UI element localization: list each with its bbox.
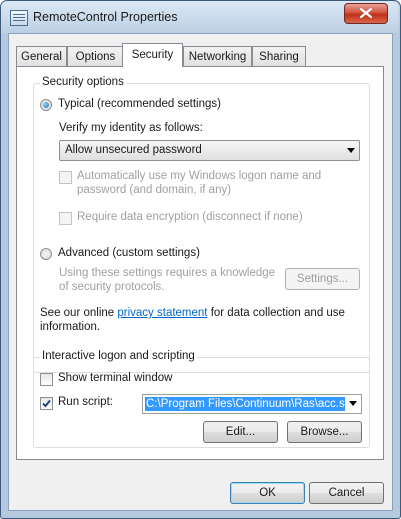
- security-options-label: Security options: [40, 76, 126, 88]
- chevron-down-icon: [347, 148, 355, 153]
- run-script-label[interactable]: Run script:: [58, 396, 113, 408]
- tab-general-label: General: [21, 51, 62, 63]
- close-button[interactable]: [344, 3, 388, 24]
- settings-button[interactable]: Settings...: [285, 268, 360, 290]
- privacy-text-after: for data collection and use: [207, 307, 345, 319]
- tab-options[interactable]: Options: [67, 46, 124, 66]
- security-tab-panel: Security options Typical (recommended se…: [16, 66, 384, 460]
- chevron-down-icon: [349, 401, 357, 406]
- auto-logon-checkbox[interactable]: [59, 171, 72, 184]
- auto-logon-label-line2: password (and domain, if any): [77, 184, 232, 196]
- show-terminal-checkbox[interactable]: [40, 373, 53, 386]
- tab-general[interactable]: General: [16, 46, 67, 66]
- typical-radio-label[interactable]: Typical (recommended settings): [58, 98, 221, 110]
- encryption-label: Require data encryption (disconnect if n…: [77, 211, 303, 223]
- privacy-text-before: See our online: [40, 307, 118, 319]
- verify-identity-value: Allow unsecured password: [65, 144, 202, 156]
- dialog-client-area: General Options Security Networking Shar…: [8, 33, 393, 511]
- tab-security[interactable]: Security: [122, 43, 183, 67]
- privacy-text-line1: See our online privacy statement for dat…: [40, 307, 345, 319]
- close-icon: [360, 8, 372, 18]
- tab-options-label: Options: [75, 51, 116, 63]
- tab-networking-label: Networking: [188, 51, 247, 63]
- script-path-input[interactable]: C:\Program Files\Continuum\Ras\acc.s: [145, 397, 345, 411]
- title-bar[interactable]: RemoteControl Properties: [1, 1, 398, 33]
- privacy-text-line2: information.: [40, 321, 101, 333]
- tab-security-label: Security: [131, 49, 174, 61]
- edit-button[interactable]: Edit...: [203, 421, 278, 443]
- advanced-note-line1: Using these settings requires a knowledg…: [59, 267, 276, 279]
- advanced-radio[interactable]: [40, 248, 52, 260]
- cancel-button[interactable]: Cancel: [309, 482, 384, 504]
- browse-button[interactable]: Browse...: [287, 421, 362, 443]
- tab-sharing[interactable]: Sharing: [252, 46, 306, 66]
- privacy-statement-link[interactable]: privacy statement: [117, 307, 207, 319]
- verify-identity-select[interactable]: Allow unsecured password: [59, 140, 360, 161]
- tab-networking[interactable]: Networking: [183, 46, 252, 66]
- advanced-radio-label[interactable]: Advanced (custom settings): [58, 247, 200, 259]
- script-path-combo[interactable]: C:\Program Files\Continuum\Ras\acc.s: [142, 394, 362, 414]
- show-terminal-label[interactable]: Show terminal window: [58, 372, 172, 384]
- window-icon: [10, 10, 28, 26]
- interactive-logon-label: Interactive logon and scripting: [40, 350, 197, 362]
- window-title: RemoteControl Properties: [33, 10, 178, 24]
- typical-radio[interactable]: [40, 99, 52, 111]
- tab-sharing-label: Sharing: [259, 51, 299, 63]
- checkmark-icon: [42, 399, 51, 408]
- run-script-checkbox[interactable]: [40, 397, 53, 410]
- ok-button[interactable]: OK: [230, 482, 305, 504]
- auto-logon-label-line1: Automatically use my Windows logon name …: [77, 170, 322, 182]
- advanced-note-line2: of security protocols.: [59, 281, 165, 293]
- encryption-checkbox[interactable]: [59, 212, 72, 225]
- verify-identity-label: Verify my identity as follows:: [59, 122, 203, 134]
